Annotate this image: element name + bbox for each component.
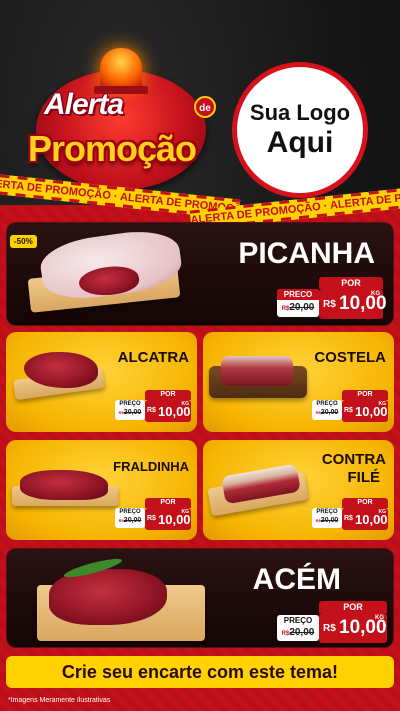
currency: R$ bbox=[344, 407, 353, 414]
product-name: COSTELA bbox=[314, 349, 386, 366]
currency: R$ bbox=[323, 299, 336, 310]
unit: KG bbox=[181, 509, 190, 515]
currency: R$ bbox=[323, 623, 336, 634]
alerta-promocao-logo: Alerta de Promoção bbox=[14, 40, 224, 200]
por-label: POR bbox=[145, 390, 191, 400]
por-label: POR bbox=[342, 390, 388, 400]
price-tag: POR R$ 10,00 KG PREÇO R$20,00 bbox=[312, 498, 388, 532]
old-price-box: PREÇO R$20,00 bbox=[312, 508, 342, 528]
preco-label: PREÇO bbox=[119, 509, 141, 515]
unit: KG bbox=[378, 509, 387, 515]
por-label: POR bbox=[342, 498, 388, 508]
product-name-line2: FILÉ bbox=[347, 469, 381, 486]
price-tag: POR R$ 10,00 KG PRECO R$20,00 bbox=[277, 277, 387, 319]
product-name: ACÉM bbox=[252, 563, 341, 596]
logo-placeholder[interactable]: Sua Logo Aqui bbox=[232, 62, 368, 198]
siren-icon bbox=[100, 48, 142, 88]
price-tag: POR R$ 10,00 KG PREÇO R$20,00 bbox=[312, 390, 388, 424]
product-name: PICANHA bbox=[238, 237, 375, 270]
old-price: 20,00 bbox=[123, 409, 142, 416]
price-tag: POR R$ 10,00 KG PREÇO R$20,00 bbox=[115, 498, 191, 532]
old-price-box: PREÇO R$20,00 bbox=[115, 400, 145, 420]
preco-label: PREÇO bbox=[316, 401, 338, 407]
logo-line1: Sua Logo bbox=[249, 100, 351, 125]
discount-badge: -50% bbox=[10, 235, 37, 248]
unit: KG bbox=[371, 291, 380, 297]
preco-label: PREÇO bbox=[283, 616, 313, 625]
price-box: R$ 10,00 KG bbox=[145, 508, 191, 530]
currency: R$ bbox=[344, 515, 353, 522]
price-box: R$ 10,00 KG bbox=[342, 400, 388, 422]
preco-label: PREÇO bbox=[316, 509, 338, 515]
por-label: POR bbox=[319, 601, 387, 613]
product-card-costela[interactable]: COSTELA POR R$ 10,00 KG PREÇO R$20,00 bbox=[203, 332, 394, 432]
product-name: ALCATRA bbox=[117, 349, 189, 366]
unit: KG bbox=[375, 615, 384, 621]
old-price: 20,00 bbox=[123, 517, 142, 524]
disclaimer-text: *Imagens Meramente Ilustrativas bbox=[8, 697, 111, 704]
fraldinha-meat-image bbox=[20, 470, 108, 500]
old-price: 20,00 bbox=[289, 302, 315, 313]
price-box: R$ 10,00 KG bbox=[319, 613, 387, 643]
logo-line2: Aqui bbox=[266, 126, 334, 159]
old-price-box: PRECO R$20,00 bbox=[277, 289, 319, 317]
por-label: POR bbox=[319, 277, 383, 289]
old-price: 20,00 bbox=[320, 409, 339, 416]
product-card-alcatra[interactable]: ALCATRA POR R$ 10,00 KG PREÇO R$20,00 bbox=[6, 332, 197, 432]
price-box: R$ 10,00 KG bbox=[342, 508, 388, 530]
product-name: FRALDINHA bbox=[113, 459, 189, 474]
price-tag: POR R$ 10,00 KG PREÇO R$20,00 bbox=[277, 601, 387, 645]
costela-meat-image bbox=[221, 356, 293, 386]
preco-label: PRECO bbox=[277, 289, 319, 300]
flyer-canvas: Alerta de Promoção Sua Logo Aqui ALERTA … bbox=[0, 0, 400, 711]
old-price-box: PREÇO R$20,00 bbox=[115, 508, 145, 528]
currency: R$ bbox=[147, 407, 156, 414]
alerta-word: Alerta bbox=[44, 88, 124, 121]
product-card-acem[interactable]: ACÉM POR R$ 10,00 KG PREÇO R$20,00 bbox=[6, 548, 394, 648]
product-name-line1: CONTRA bbox=[321, 451, 386, 468]
product-card-contra-file[interactable]: CONTRA FILÉ POR R$ 10,00 KG PREÇO R$20,0… bbox=[203, 440, 394, 540]
old-price-box: PREÇO R$20,00 bbox=[312, 400, 342, 420]
currency: R$ bbox=[147, 515, 156, 522]
cta-banner[interactable]: Crie seu encarte com este tema! bbox=[6, 656, 394, 688]
unit: KG bbox=[378, 401, 387, 407]
price-tag: POR R$ 10,00 KG PREÇO R$20,00 bbox=[115, 390, 191, 424]
preco-label: PREÇO bbox=[119, 401, 141, 407]
promocao-word: Promoção bbox=[28, 128, 197, 169]
por-label: POR bbox=[145, 498, 191, 508]
unit: KG bbox=[181, 401, 190, 407]
old-price: 20,00 bbox=[320, 517, 339, 524]
old-price: 20,00 bbox=[289, 627, 315, 638]
acem-meat-image bbox=[49, 569, 167, 625]
price-box: R$ 10,00 KG bbox=[145, 400, 191, 422]
old-price-box: PREÇO R$20,00 bbox=[277, 615, 319, 641]
de-word: de bbox=[194, 96, 216, 118]
price-box: R$ 10,00 KG bbox=[319, 289, 387, 319]
product-card-fraldinha[interactable]: FRALDINHA POR R$ 10,00 KG PREÇO R$20,00 bbox=[6, 440, 197, 540]
product-card-picanha[interactable]: PICANHA POR R$ 10,00 KG PRECO R$20,00 bbox=[6, 222, 394, 326]
